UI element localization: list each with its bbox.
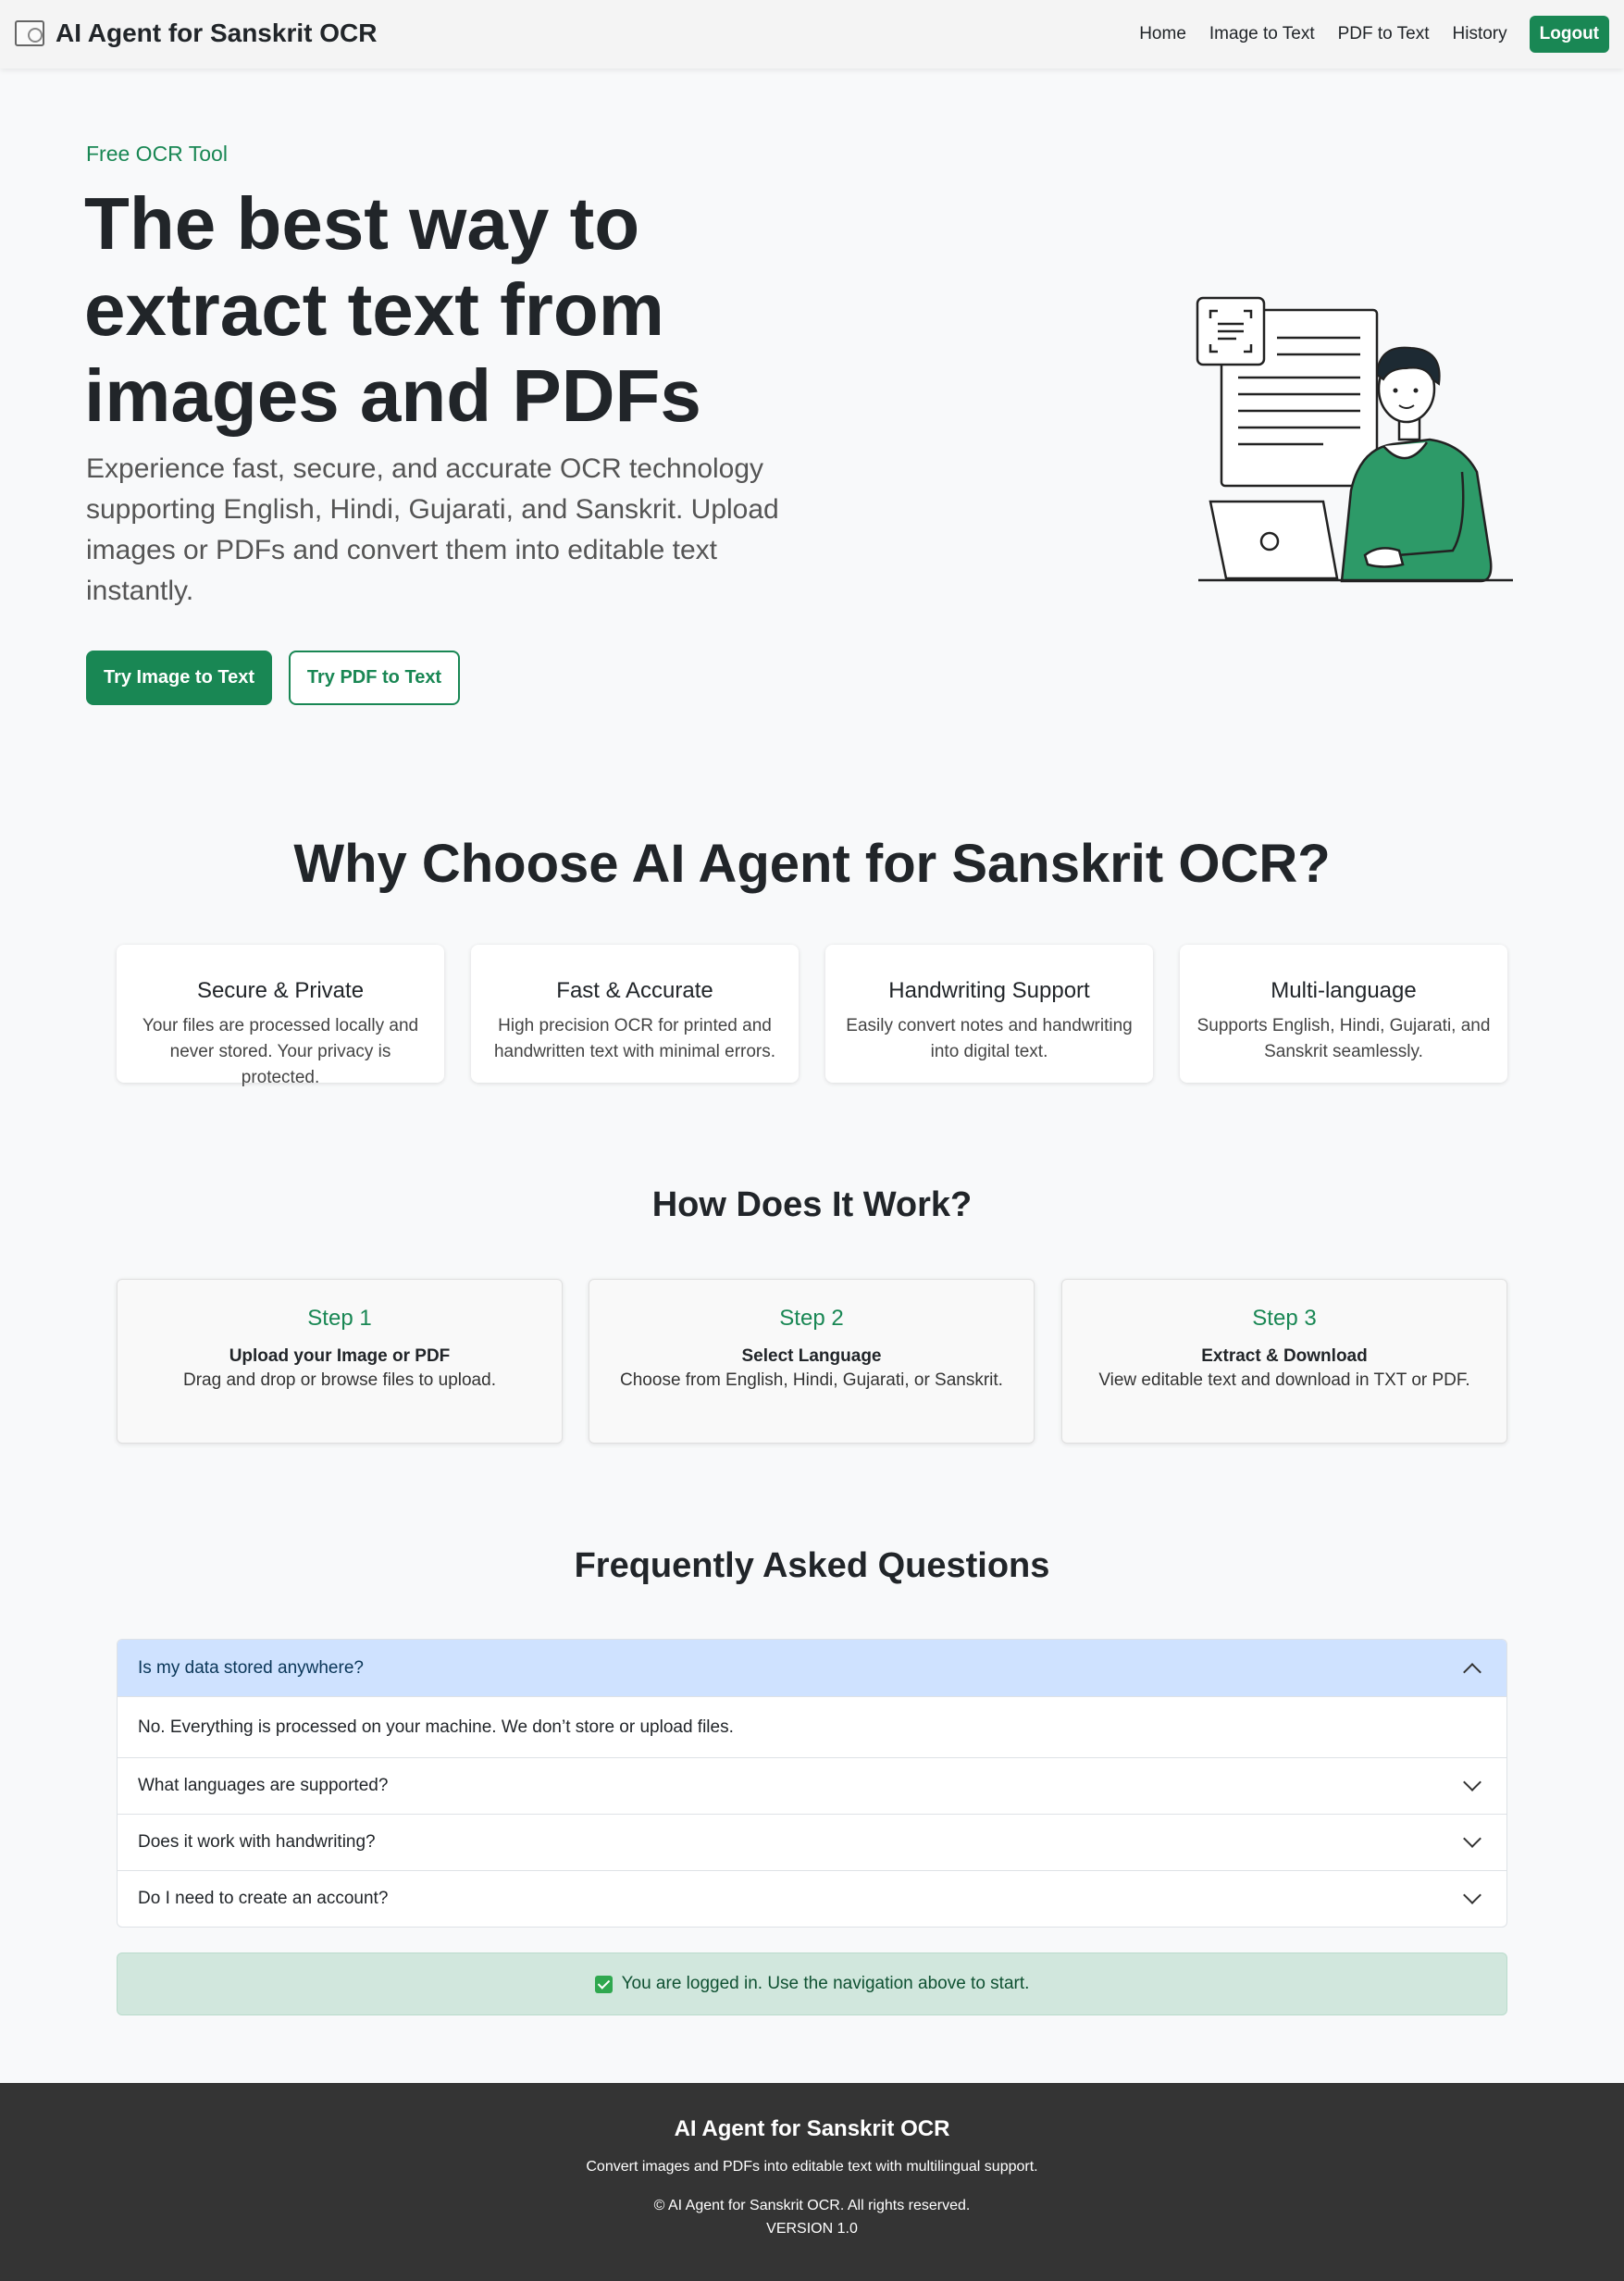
check-icon [594,1975,613,1993]
step-card-1: Step 1 Upload your Image or PDF Drag and… [117,1279,563,1444]
faq-accordion: Is my data stored anywhere? No. Everythi… [117,1639,1507,1928]
ocr-logo-icon [15,20,44,46]
nav-home[interactable]: Home [1139,24,1186,44]
faq-question-text: Does it work with handwriting? [138,1832,376,1852]
hero-eyebrow: Free OCR Tool [86,142,228,166]
faq-question-text: Do I need to create an account? [138,1889,389,1908]
footer: AI Agent for Sanskrit OCR Convert images… [0,2083,1624,2281]
step-heading: Upload your Image or PDF [229,1346,451,1366]
logged-in-alert: You are logged in. Use the navigation ab… [117,1952,1507,2015]
chevron-up-icon [1463,1662,1481,1681]
faq-question-data-stored[interactable]: Is my data stored anywhere? [118,1640,1506,1696]
feature-desc: Supports English, Hindi, Gujarati, and S… [1196,1016,1491,1061]
feature-card-multilanguage: Multi-language Supports English, Hindi, … [1180,945,1507,1083]
footer-title: AI Agent for Sanskrit OCR [674,2116,950,2141]
alert-text: You are logged in. Use the navigation ab… [621,1974,1030,1993]
nav-history[interactable]: History [1453,24,1507,44]
nav-pdf-to-text[interactable]: PDF to Text [1338,24,1430,44]
hero-title: The best way to extract text from images… [84,182,701,437]
step-heading: Select Language [741,1346,882,1366]
step-card-3: Step 3 Extract & Download View editable … [1061,1279,1507,1444]
feature-card-handwriting: Handwriting Support Easily convert notes… [825,945,1153,1083]
step-heading: Extract & Download [1201,1346,1368,1366]
faq-answer: No. Everything is processed on your mach… [118,1696,1506,1757]
brand[interactable]: AI Agent for Sanskrit OCR [15,15,377,52]
faq-question-text: Is my data stored anywhere? [138,1657,364,1678]
faq-question-languages[interactable]: What languages are supported? [118,1757,1506,1814]
faq-title: Frequently Asked Questions [574,1546,1050,1585]
why-choose-title: Why Choose AI Agent for Sanskrit OCR? [293,834,1331,894]
feature-desc: High precision OCR for printed and handw… [493,1016,776,1061]
feature-desc: Your files are processed locally and nev… [142,1016,419,1087]
step-label: Step 1 [307,1306,372,1331]
ocr-illustration [1196,296,1513,583]
try-image-to-text-button[interactable]: Try Image to Text [86,651,272,705]
step-label: Step 3 [1252,1306,1317,1331]
step-label: Step 2 [779,1306,844,1331]
step-desc: Choose from English, Hindi, Gujarati, or… [620,1370,1003,1390]
hero-description: Experience fast, secure, and accurate OC… [86,453,779,606]
nav-links: Home Image to Text PDF to Text History L… [1116,16,1609,53]
navbar: AI Agent for Sanskrit OCR Home Image to … [0,0,1624,68]
feature-title: Handwriting Support [888,978,1090,1003]
chevron-down-icon [1463,1773,1481,1791]
step-card-2: Step 2 Select Language Choose from Engli… [589,1279,1035,1444]
feature-desc: Easily convert notes and handwriting int… [846,1016,1133,1061]
brand-title[interactable]: AI Agent for Sanskrit OCR [56,19,377,48]
footer-copyright: © AI Agent for Sanskrit OCR. All rights … [653,2198,971,2213]
how-it-works-title: How Does It Work? [651,1185,973,1224]
footer-tagline: Convert images and PDFs into editable te… [586,2159,1038,2175]
logout-button[interactable]: Logout [1529,16,1609,53]
step-desc: Drag and drop or browse files to upload. [183,1370,496,1390]
feature-title: Multi-language [1271,978,1417,1003]
footer-version: VERSION 1.0 [766,2221,858,2237]
faq-question-account[interactable]: Do I need to create an account? [118,1870,1506,1927]
nav-image-to-text[interactable]: Image to Text [1209,24,1315,44]
step-desc: View editable text and download in TXT o… [1098,1370,1470,1390]
feature-title: Secure & Private [196,978,365,1003]
feature-title: Fast & Accurate [556,978,713,1003]
chevron-down-icon [1463,1886,1481,1904]
faq-question-handwriting[interactable]: Does it work with handwriting? [118,1814,1506,1870]
try-pdf-to-text-button[interactable]: Try PDF to Text [289,651,460,705]
feature-card-fast: Fast & Accurate High precision OCR for p… [471,945,799,1083]
chevron-down-icon [1463,1829,1481,1848]
faq-question-text: What languages are supported? [138,1776,389,1795]
feature-card-secure: Secure & Private Your files are processe… [117,945,444,1087]
